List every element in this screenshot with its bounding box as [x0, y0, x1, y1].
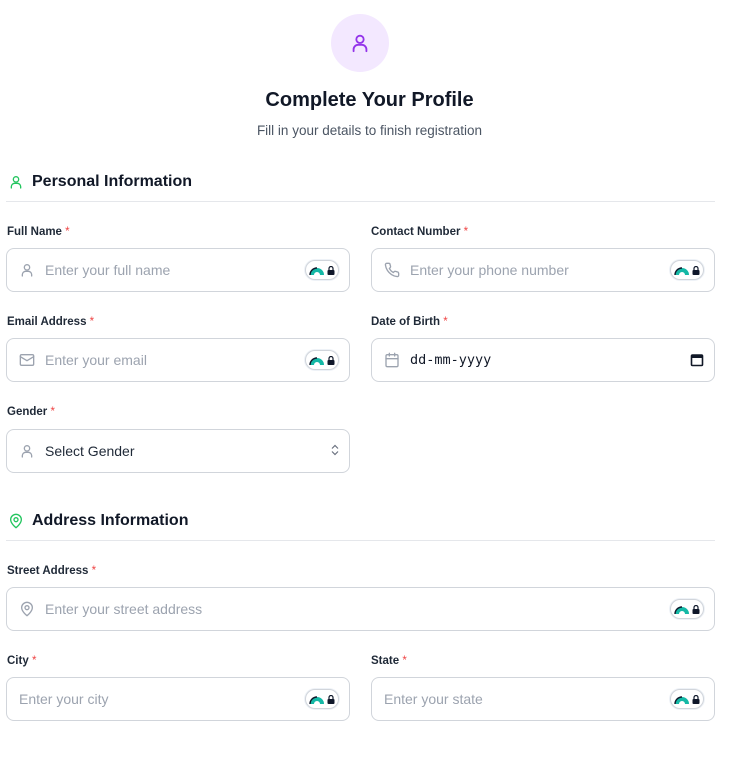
required-marker: *	[443, 316, 448, 328]
calendar-picker-icon[interactable]	[690, 353, 704, 367]
password-manager-icon[interactable]	[670, 260, 704, 280]
street-label: Street Address *	[7, 565, 96, 577]
password-manager-icon[interactable]	[305, 260, 339, 280]
required-marker: *	[89, 316, 95, 328]
label-text: Email Address	[7, 316, 87, 328]
section-address-header: Address Information	[8, 510, 188, 532]
avatar	[331, 14, 389, 72]
email-input[interactable]: Enter your email	[45, 352, 305, 368]
map-pin-icon	[19, 601, 35, 617]
section-divider	[6, 201, 715, 202]
gender-selected-value[interactable]: Select Gender	[45, 443, 331, 459]
dob-field[interactable]: dd-mm-yyyy	[371, 338, 715, 382]
page-subtitle: Fill in your details to finish registrat…	[256, 123, 483, 138]
map-pin-icon	[10, 513, 22, 529]
email-field[interactable]: Enter your email	[6, 338, 350, 382]
label-text: Date of Birth	[371, 316, 440, 328]
password-manager-icon[interactable]	[670, 599, 704, 619]
state-label: State *	[371, 655, 407, 667]
required-marker: *	[463, 226, 469, 238]
street-field[interactable]: Enter your street address	[6, 587, 715, 631]
required-marker: *	[31, 655, 37, 667]
full-name-field[interactable]: Enter your full name	[6, 248, 350, 292]
state-input[interactable]: Enter your state	[384, 691, 670, 707]
calendar-icon	[384, 352, 400, 368]
contact-number-field[interactable]: Enter your phone number	[371, 248, 715, 292]
full-name-input[interactable]: Enter your full name	[45, 262, 305, 278]
email-label: Email Address *	[7, 316, 94, 328]
section-divider	[6, 540, 715, 541]
user-icon	[10, 176, 22, 189]
label-text: City	[7, 655, 29, 667]
state-field[interactable]: Enter your state	[371, 677, 715, 721]
user-icon	[352, 34, 368, 53]
password-manager-icon[interactable]	[305, 350, 339, 370]
section-personal-header: Personal Information	[8, 171, 192, 193]
contact-number-label: Contact Number *	[371, 226, 468, 238]
dob-label: Date of Birth *	[371, 316, 448, 328]
city-field[interactable]: Enter your city	[6, 677, 350, 721]
dob-input[interactable]: dd-mm-yyyy	[410, 352, 690, 368]
label-text: Gender	[7, 406, 48, 418]
required-marker: *	[91, 565, 97, 577]
gender-label: Gender *	[7, 406, 55, 418]
street-input[interactable]: Enter your street address	[45, 601, 670, 617]
chevron-up-down-icon[interactable]	[331, 444, 339, 459]
required-marker: *	[402, 655, 407, 667]
label-text: Full Name	[7, 226, 62, 238]
required-marker: *	[50, 406, 55, 418]
city-label: City *	[7, 655, 36, 667]
contact-number-input[interactable]: Enter your phone number	[410, 262, 670, 278]
full-name-label: Full Name *	[7, 226, 70, 238]
password-manager-icon[interactable]	[305, 689, 339, 709]
phone-icon	[384, 262, 400, 278]
mail-icon	[19, 352, 35, 368]
label-text: State	[371, 655, 400, 667]
password-manager-icon[interactable]	[670, 689, 704, 709]
city-input[interactable]: Enter your city	[19, 691, 305, 707]
user-icon	[19, 443, 35, 459]
section-title: Address Information	[32, 512, 189, 529]
required-marker: *	[65, 226, 70, 238]
page-title: Complete Your Profile	[265, 89, 474, 111]
label-text: Contact Number	[371, 226, 461, 238]
user-icon	[19, 262, 35, 278]
section-title: Personal Information	[32, 173, 193, 190]
gender-select[interactable]: Select Gender	[6, 429, 350, 473]
label-text: Street Address	[7, 565, 89, 577]
